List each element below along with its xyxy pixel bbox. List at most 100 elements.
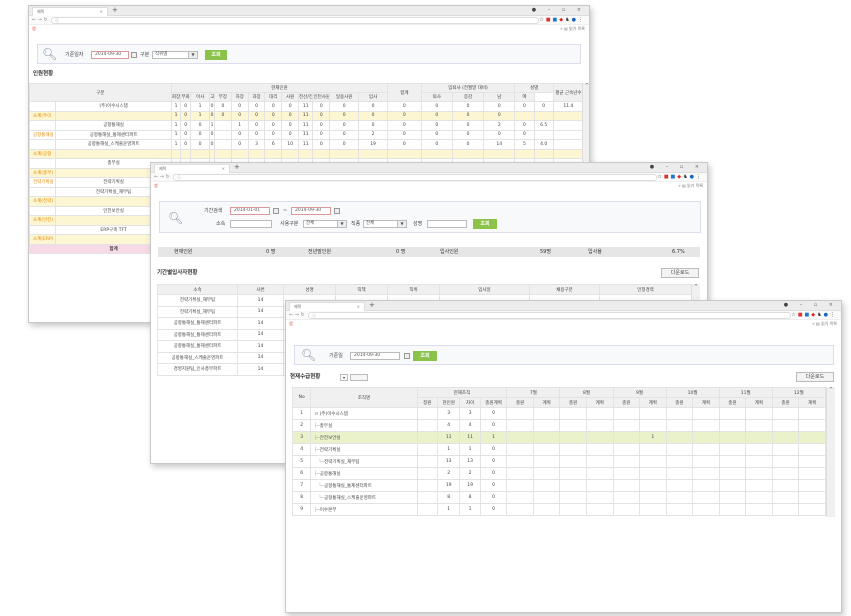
cell-month xyxy=(612,455,641,468)
extension-icons[interactable]: ☆■■◆♞●⋮ xyxy=(657,174,703,181)
close-tab-icon[interactable]: × xyxy=(222,165,225,173)
window-controls[interactable]: ● – ▫ × xyxy=(532,6,586,15)
name-input[interactable] xyxy=(427,220,467,228)
table-row[interactable]: 소계(주이 1 0 1 0 0 0 0 0 0 11 0 0 0 0 0 0 0 xyxy=(29,110,585,121)
nav-arrows-icon[interactable]: ← → ↻ xyxy=(154,174,170,181)
nav-arrows-icon[interactable]: ← → ↻ xyxy=(289,312,305,319)
type-select[interactable]: 직위별 ▼ xyxy=(152,51,198,59)
extension-icons[interactable]: ☆■■◆♞●⋮ xyxy=(791,312,837,319)
table-scrollbar[interactable]: ^ xyxy=(582,83,589,161)
date-from-input[interactable]: 2014-01-01 xyxy=(230,207,270,215)
extension-icons[interactable]: ☆■■◆♞●⋮ xyxy=(539,17,585,24)
cell-diff: 3 xyxy=(459,407,481,420)
row-org[interactable]: ├─전략기획실 xyxy=(310,443,418,456)
row-org[interactable]: ⊟ (주)이수시스템 xyxy=(310,407,418,420)
table-row[interactable]: (주)이수시스템 1 0 1 0 0 0 0 0 0 11 0 0 0 0 0 0 0 0 0 11.4 xyxy=(29,101,585,112)
row-org[interactable]: ├─총무실 xyxy=(310,419,418,432)
cell-capacity xyxy=(416,503,438,516)
col-header[interactable]: 사번 xyxy=(237,284,284,295)
table-row[interactable]: 2 ├─총무실 4 4 0 xyxy=(291,419,826,432)
calendar-icon[interactable] xyxy=(334,208,340,214)
row-name: 공항통해실_통제센터파트 xyxy=(55,129,172,140)
reading-list[interactable]: » ▤ 읽기 목록 xyxy=(560,25,585,33)
table-row[interactable]: 5 └─전략기획실_재무팀 13 13 0 xyxy=(291,455,826,468)
col-sub: 인턴사원 xyxy=(312,92,331,102)
table-row[interactable]: 공항통해실 공항통해실_통제센터파트 1 0 0 0 0 0 0 0 11 0 0 2 0 0 0 0 0 xyxy=(29,129,585,140)
row-org[interactable]: ├─공항통해실 xyxy=(310,467,418,480)
cell xyxy=(298,148,314,159)
col-header[interactable]: 직위 xyxy=(387,284,440,295)
col-header[interactable]: 인정경력 xyxy=(599,284,692,295)
cell-month xyxy=(612,419,641,432)
row-org[interactable]: └─전략기획실_재무팀 xyxy=(310,455,418,468)
cell: 1 xyxy=(170,101,182,112)
cell-current: 1 xyxy=(436,503,461,516)
row-org[interactable]: ├─안전보안실 xyxy=(310,431,418,444)
row-org[interactable]: └─공항통해실_스케줄운영파트 xyxy=(310,491,418,504)
calendar-icon[interactable] xyxy=(404,353,410,359)
calendar-icon[interactable] xyxy=(131,52,137,58)
nav-arrows-icon[interactable]: ← → ↻ xyxy=(32,17,48,24)
date-to-input[interactable]: 2014-09-30 xyxy=(291,207,331,215)
cell-month xyxy=(559,491,587,504)
usage-select[interactable]: 전체 ▼ xyxy=(303,220,347,228)
search-button[interactable]: 조회 xyxy=(413,351,437,361)
table-row[interactable]: 공항통해실 1 0 0 1 1 0 0 0 11 0 0 0 0 0 0 2 0 6.5 xyxy=(29,120,585,131)
table-row[interactable]: 8 └─공항통해실_스케줄운영파트 8 8 0 xyxy=(291,491,826,504)
close-tab-icon[interactable]: × xyxy=(357,303,360,311)
bookmark-apps[interactable]: 앱 xyxy=(289,321,293,326)
table-scrollbar[interactable]: ^ xyxy=(826,387,835,517)
table-row[interactable]: 7 └─공항통해실_통제센터파트 19 19 0 xyxy=(291,479,826,492)
org-input[interactable] xyxy=(230,220,272,228)
page-size-box[interactable]: ▾ xyxy=(340,374,348,381)
new-tab-icon[interactable]: + xyxy=(112,6,118,15)
col-header[interactable]: 직책 xyxy=(335,284,388,295)
bookmark-apps[interactable]: 앱 xyxy=(154,183,158,188)
close-tab-icon[interactable]: × xyxy=(100,8,103,16)
row-category: 전략기획실 xyxy=(29,177,57,188)
row-org[interactable]: └─공항통해실_통제센터파트 xyxy=(310,479,418,492)
url-input[interactable]: ⓘ xyxy=(51,17,539,24)
row-category xyxy=(29,120,57,131)
row-org[interactable]: ├─이수본부 xyxy=(310,503,418,516)
col-header[interactable]: 성명 xyxy=(283,284,336,295)
download-button[interactable]: 다운로드 xyxy=(796,372,834,382)
table-row[interactable]: 3 ├─안전보안실 11 11 1 1 xyxy=(291,431,826,444)
table-row[interactable]: 6 ├─공항통해실 2 2 0 xyxy=(291,467,826,480)
cell-month xyxy=(718,479,747,492)
cell-month xyxy=(692,443,720,456)
col-header[interactable]: 입사일 xyxy=(439,284,530,295)
download-button[interactable]: 다운로드 xyxy=(661,268,699,278)
col-sub: 차이 xyxy=(459,397,481,408)
url-input[interactable]: ⓘ xyxy=(173,174,657,181)
row-no: 8 xyxy=(291,491,312,504)
search-button[interactable]: 조회 xyxy=(205,50,227,60)
job-select[interactable]: 전체 ▼ xyxy=(363,220,407,228)
page-info-box[interactable] xyxy=(350,374,368,381)
date-input[interactable]: 2014-09-30 xyxy=(91,51,129,59)
table-row[interactable]: 4 ├─전략기획실 1 1 0 xyxy=(291,443,826,456)
calendar-icon[interactable] xyxy=(273,208,279,214)
reading-list[interactable]: » ▤ 읽기 목록 xyxy=(678,182,703,190)
new-tab-icon[interactable]: + xyxy=(369,301,375,310)
col-header[interactable]: 채용구분 xyxy=(529,284,600,295)
table-row[interactable]: 소계(공항 xyxy=(29,148,585,159)
col-header[interactable]: 소속 xyxy=(157,284,238,295)
browser-tab[interactable]: 제목 × xyxy=(32,7,108,16)
new-tab-icon[interactable]: + xyxy=(234,163,240,172)
search-button[interactable]: 조회 xyxy=(473,219,497,229)
window-controls[interactable]: ● – ▫ × xyxy=(650,163,704,172)
table-row[interactable]: 1 ⊟ (주)이수시스템 3 3 0 xyxy=(291,407,826,420)
table-row[interactable]: 공항통해실_스케줄운영파트 1 0 0 0 0 3 6 10 11 0 0 19 0 0 0 14 5 4.0 xyxy=(29,139,585,150)
browser-tab[interactable]: 제목 × xyxy=(289,302,365,311)
date-input[interactable]: 2014-09-30 xyxy=(350,352,400,360)
window-controls[interactable]: ● – ▫ × xyxy=(784,301,838,310)
reading-list[interactable]: » ▤ 읽기 목록 xyxy=(812,320,837,328)
bookmark-apps[interactable]: 앱 xyxy=(32,26,36,31)
url-input[interactable]: ⓘ xyxy=(308,312,791,319)
table-row[interactable]: 9 ├─이수본부 1 1 0 xyxy=(291,503,826,516)
cell-month xyxy=(718,419,747,432)
browser-tab[interactable]: 제목 × xyxy=(154,164,230,173)
stat-label: 입사인원 xyxy=(440,249,459,255)
usage-label: 사용구분 xyxy=(280,221,299,227)
